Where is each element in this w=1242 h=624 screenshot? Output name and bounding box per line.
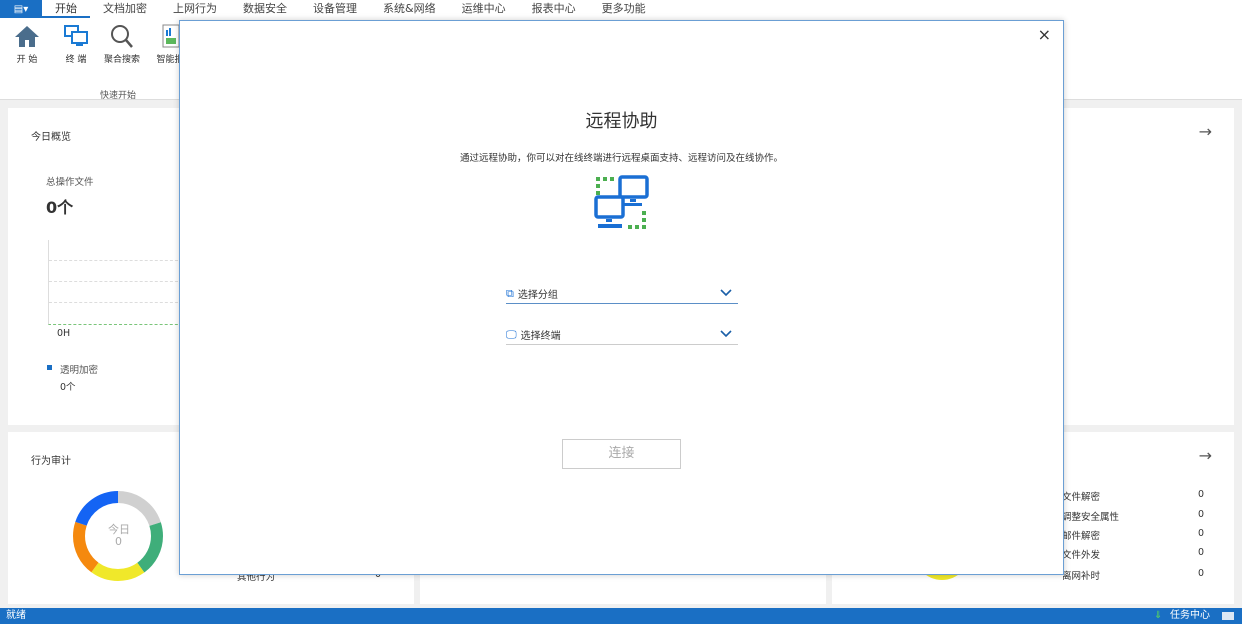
document-menu-icon: ▤▾ — [13, 3, 29, 15]
menu-data-security[interactable]: 数据安全 — [230, 0, 300, 18]
row-value: 0 — [1198, 509, 1205, 520]
row-value: 0 — [1198, 528, 1205, 539]
row-label: 文件解密 — [1062, 492, 1101, 503]
overview-chart — [48, 240, 188, 325]
group-select-placeholder: 选择分组 — [517, 290, 558, 301]
total-value: 0个 — [46, 198, 74, 217]
arrow-right-icon[interactable]: → — [1199, 446, 1212, 465]
row-label: 邮件解密 — [1062, 531, 1101, 542]
axis-label: 0H — [57, 328, 71, 339]
remote-computers-icon — [594, 175, 649, 229]
dialog-title: 远程协助 — [585, 111, 658, 132]
menu-system-network[interactable]: 系统&网络 — [370, 0, 449, 18]
ribbon-group-label: 快速开始 — [100, 91, 137, 101]
arrow-right-icon[interactable]: → — [1199, 122, 1212, 141]
menu-bar: ▤▾ 开始 文档加密 上网行为 数据安全 设备管理 系统&网络 运维中心 报表中… — [0, 0, 1242, 18]
menu-more[interactable]: 更多功能 — [589, 0, 659, 18]
terminal-label: 终 端 — [65, 55, 87, 65]
monitor-icon: 🖵 — [506, 327, 517, 341]
search-button[interactable]: 聚合搜索 — [100, 24, 144, 65]
row-value: 0 — [1198, 568, 1205, 579]
menu-web-behavior[interactable]: 上网行为 — [160, 0, 230, 18]
task-center-link[interactable]: 任务中心 — [1170, 608, 1210, 624]
overview-title: 今日概览 — [31, 132, 71, 143]
search-icon — [111, 25, 133, 48]
menu-doc-encrypt[interactable]: 文档加密 — [90, 0, 160, 18]
menu-report-center[interactable]: 报表中心 — [519, 0, 589, 18]
row-value: 0 — [1198, 547, 1205, 558]
group-select[interactable]: ⧉ 选择分组 — [506, 284, 738, 304]
group-icon: ⧉ — [506, 286, 514, 300]
row-value: 0 — [1198, 489, 1205, 500]
close-icon[interactable]: × — [1038, 25, 1051, 44]
search-label: 聚合搜索 — [103, 55, 140, 65]
row-label: 调整安全属性 — [1062, 512, 1120, 523]
terminal-select-placeholder: 选择终端 — [520, 331, 561, 342]
menu-device-mgmt[interactable]: 设备管理 — [300, 0, 370, 18]
legend-swatch — [47, 365, 52, 370]
home-icon — [15, 26, 39, 47]
app-menu-button[interactable]: ▤▾ — [0, 0, 42, 18]
remote-assist-dialog: × 远程协助 通过远程协助，你可以对在线终端进行远程桌面支持、远程访问及在线协作… — [179, 20, 1064, 575]
status-text: 就绪 — [6, 610, 26, 621]
message-icon[interactable] — [1222, 612, 1234, 620]
row-label: 文件外发 — [1062, 550, 1101, 561]
status-bar: 就绪 ⇓ 任务中心 — [0, 608, 1242, 624]
dialog-description: 通过远程协助，你可以对在线终端进行远程桌面支持、远程访问及在线协作。 — [459, 153, 783, 164]
chevron-down-icon — [720, 330, 732, 338]
start-label: 开 始 — [16, 55, 38, 65]
total-label: 总操作文件 — [46, 177, 94, 188]
menu-start[interactable]: 开始 — [42, 0, 90, 18]
menu-ops-center[interactable]: 运维中心 — [449, 0, 519, 18]
legend-label: 透明加密 — [60, 365, 99, 376]
start-button[interactable]: 开 始 — [5, 24, 49, 65]
legend-value: 0个 — [60, 382, 76, 393]
donut-value: 0 — [115, 535, 122, 548]
audit-title: 行为审计 — [31, 456, 71, 467]
connect-button[interactable]: 连接 — [562, 439, 681, 469]
terminal-select[interactable]: 🖵 选择终端 — [506, 325, 738, 345]
row-label: 离网补时 — [1062, 571, 1101, 582]
terminal-button[interactable]: 终 端 — [54, 24, 98, 65]
chevron-down-icon — [720, 289, 732, 297]
download-icon: ⇓ — [1154, 610, 1163, 621]
terminal-icon — [64, 25, 88, 46]
